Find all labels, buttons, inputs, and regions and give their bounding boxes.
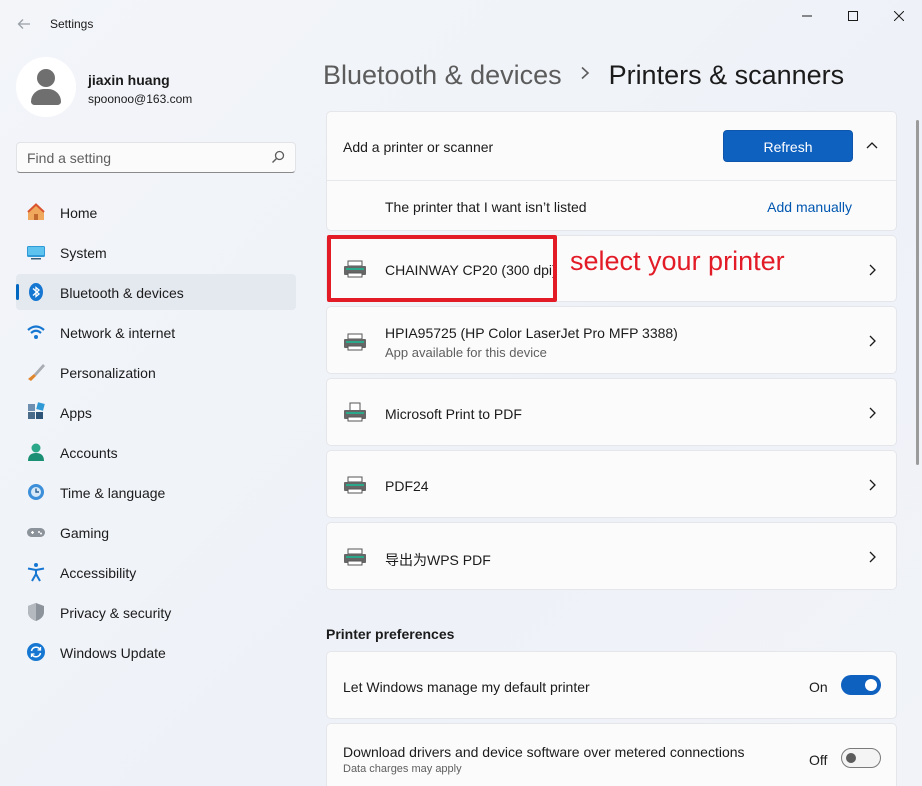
bluetooth-icon — [29, 283, 43, 301]
toggle-state-label: On — [809, 679, 828, 695]
sidebar-item-gaming[interactable]: Gaming — [16, 514, 296, 550]
chevron-up-icon[interactable] — [866, 140, 878, 152]
annotation-text: select your printer — [570, 246, 785, 276]
section-title: Printer preferences — [326, 626, 455, 642]
setting-label: Let Windows manage my default printer — [343, 679, 590, 695]
system-icon — [27, 246, 45, 260]
sidebar-item-label: Personalization — [60, 365, 156, 381]
chevron-right-icon — [869, 264, 876, 276]
maximize-button[interactable] — [830, 0, 876, 32]
apps-icon — [28, 402, 45, 419]
setting-label: Download drivers and device software ove… — [343, 744, 745, 760]
sidebar-item-label: System — [60, 245, 107, 261]
accessibility-icon — [27, 563, 45, 582]
search-box[interactable] — [16, 142, 296, 173]
user-profile[interactable]: jiaxin huang spoonoo@163.com — [16, 57, 296, 117]
printer-name: Microsoft Print to PDF — [385, 406, 522, 422]
toggle-state-label: Off — [809, 752, 828, 768]
add-printer-label: Add a printer or scanner — [343, 139, 494, 155]
sidebar-item-accounts[interactable]: Accounts — [16, 434, 296, 470]
printer-icon — [344, 333, 366, 351]
time-language-icon — [28, 484, 44, 500]
minimize-button[interactable] — [784, 0, 830, 32]
printer-icon — [344, 476, 366, 494]
add-printer-card: Add a printer or scanner Refresh The pri… — [326, 111, 897, 231]
printer-row[interactable]: Microsoft Print to PDF — [326, 378, 897, 446]
sidebar-item-accessibility[interactable]: Accessibility — [16, 554, 296, 590]
chevron-right-icon — [869, 551, 876, 563]
sidebar-item-home[interactable]: Home — [16, 194, 296, 230]
sidebar-item-network[interactable]: Network & internet — [16, 314, 296, 350]
sidebar-item-label: Apps — [60, 405, 92, 421]
sidebar-item-label: Windows Update — [60, 645, 166, 661]
printer-row[interactable]: HPIA95725 (HP Color LaserJet Pro MFP 338… — [326, 306, 897, 374]
search-input[interactable] — [27, 149, 257, 167]
wifi-icon — [27, 325, 45, 339]
settings-window: Settings jiaxin huang spoonoo@163.com Ho… — [0, 0, 922, 786]
default-printer-setting: Let Windows manage my default printer On — [326, 651, 897, 719]
sidebar-item-privacy-security[interactable]: Privacy & security — [16, 594, 296, 630]
printer-not-listed-label: The printer that I want isn’t listed — [385, 199, 587, 215]
sidebar-item-time-language[interactable]: Time & language — [16, 474, 296, 510]
printer-name: PDF24 — [385, 478, 429, 494]
avatar — [16, 57, 76, 117]
printer-row[interactable]: PDF24 — [326, 450, 897, 518]
metered-connection-setting: Download drivers and device software ove… — [326, 723, 897, 786]
add-manually-link[interactable]: Add manually — [767, 199, 852, 215]
printer-subtext: App available for this device — [385, 345, 547, 360]
chevron-right-icon — [580, 64, 590, 85]
pdf-printer-icon — [344, 402, 366, 422]
sidebar-item-apps[interactable]: Apps — [16, 394, 296, 430]
sidebar-item-system[interactable]: System — [16, 234, 296, 270]
home-icon — [27, 203, 45, 220]
gamepad-icon — [27, 528, 45, 537]
sidebar-item-label: Privacy & security — [60, 605, 172, 621]
title-bar: Settings — [0, 0, 922, 48]
search-icon[interactable] — [271, 150, 285, 164]
sidebar-item-label: Network & internet — [60, 325, 176, 341]
refresh-button[interactable]: Refresh — [723, 130, 853, 162]
user-name: jiaxin huang — [88, 72, 170, 88]
sidebar-item-label: Bluetooth & devices — [60, 285, 184, 301]
chevron-right-icon — [869, 335, 876, 347]
user-email: spoonoo@163.com — [88, 92, 193, 106]
sidebar-nav: Home System Bluetooth & devices Network … — [16, 194, 296, 674]
close-button[interactable] — [876, 0, 922, 32]
shield-icon — [28, 603, 44, 621]
page-title: Printers & scanners — [608, 60, 845, 90]
chevron-right-icon — [869, 407, 876, 419]
printer-icon — [344, 548, 366, 566]
back-arrow-icon[interactable] — [12, 12, 36, 36]
annotation-highlight-box — [327, 235, 557, 302]
scrollbar[interactable] — [916, 120, 919, 465]
breadcrumb-parent[interactable]: Bluetooth & devices — [323, 60, 562, 90]
brush-icon — [28, 364, 45, 381]
printer-name: HPIA95725 (HP Color LaserJet Pro MFP 338… — [385, 325, 678, 341]
windows-update-icon — [27, 643, 45, 661]
sidebar-item-label: Accounts — [60, 445, 118, 461]
default-printer-toggle[interactable] — [841, 675, 881, 695]
accounts-icon — [28, 443, 44, 461]
sidebar-item-label: Gaming — [60, 525, 110, 541]
sidebar-item-label: Accessibility — [60, 565, 137, 581]
sidebar-item-label: Home — [60, 205, 98, 221]
sidebar-item-windows-update[interactable]: Windows Update — [16, 634, 296, 670]
metered-connection-toggle[interactable] — [841, 748, 881, 768]
printer-row[interactable]: 导出为WPS PDF — [326, 522, 897, 590]
sidebar-item-bluetooth-devices[interactable]: Bluetooth & devices — [16, 274, 296, 310]
chevron-right-icon — [869, 479, 876, 491]
sidebar-item-label: Time & language — [60, 485, 166, 501]
printer-name: 导出为WPS PDF — [385, 552, 491, 568]
app-title: Settings — [50, 17, 94, 31]
setting-subtext: Data charges may apply — [343, 763, 462, 775]
sidebar-item-personalization[interactable]: Personalization — [16, 354, 296, 390]
breadcrumb: Bluetooth & devices Printers & scanners — [323, 60, 844, 94]
